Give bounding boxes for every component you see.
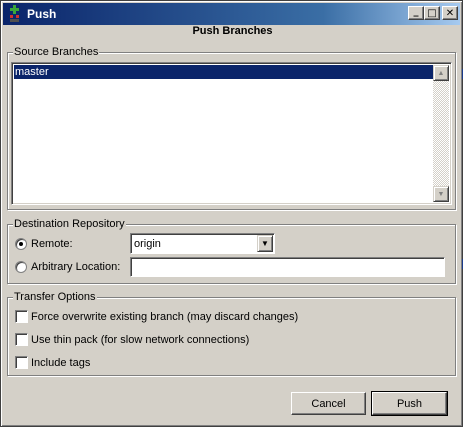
list-item[interactable]: master [14, 65, 435, 79]
close-button[interactable]: ✕ [442, 6, 458, 20]
scroll-up-icon: ▲ [437, 69, 445, 77]
scroll-down-button[interactable]: ▼ [433, 186, 449, 202]
arbitrary-location-radio[interactable] [15, 261, 27, 273]
source-branches-list[interactable]: master ▲ ▼ [11, 62, 452, 205]
thin-pack-label: Use thin pack (for slow network connecti… [31, 334, 250, 346]
scroll-up-button[interactable]: ▲ [433, 65, 449, 81]
remote-select-value: origin [134, 238, 161, 250]
arbitrary-location-label: Arbitrary Location: [31, 261, 121, 273]
minimize-button[interactable]: _ [408, 6, 424, 20]
force-overwrite-checkbox[interactable] [15, 310, 28, 323]
arbitrary-location-input[interactable] [130, 257, 445, 277]
vertical-scrollbar[interactable]: ▲ ▼ [433, 65, 449, 202]
destination-repository-label: Destination Repository [13, 217, 126, 231]
maximize-icon: □ [427, 7, 437, 19]
force-overwrite-label: Force overwrite existing branch (may dis… [31, 311, 299, 323]
scroll-down-icon: ▼ [437, 190, 445, 198]
window-title: Push [27, 7, 57, 21]
push-dialog: Push _ □ ✕ Push Branches Source Branches… [0, 0, 463, 427]
maximize-button[interactable]: □ [424, 6, 440, 20]
dialog-heading: Push Branches [192, 25, 273, 37]
include-tags-label: Include tags [31, 357, 91, 369]
remote-select-dropdown-button[interactable]: ▼ [257, 235, 273, 252]
thin-pack-checkbox[interactable] [15, 333, 28, 346]
source-branches-label: Source Branches [13, 45, 100, 59]
remote-select[interactable]: origin ▼ [130, 233, 275, 254]
minimize-icon: _ [413, 5, 419, 17]
close-icon: ✕ [445, 7, 455, 19]
remote-label: Remote: [31, 238, 73, 250]
chevron-down-icon: ▼ [261, 239, 269, 248]
include-tags-checkbox[interactable] [15, 356, 28, 369]
cancel-button[interactable]: Cancel [291, 392, 366, 415]
git-app-icon [10, 5, 19, 22]
push-button[interactable]: Push [371, 391, 448, 416]
remote-radio[interactable] [15, 238, 27, 250]
title-bar[interactable]: Push _ □ ✕ [3, 3, 460, 25]
transfer-options-label: Transfer Options [13, 290, 97, 304]
